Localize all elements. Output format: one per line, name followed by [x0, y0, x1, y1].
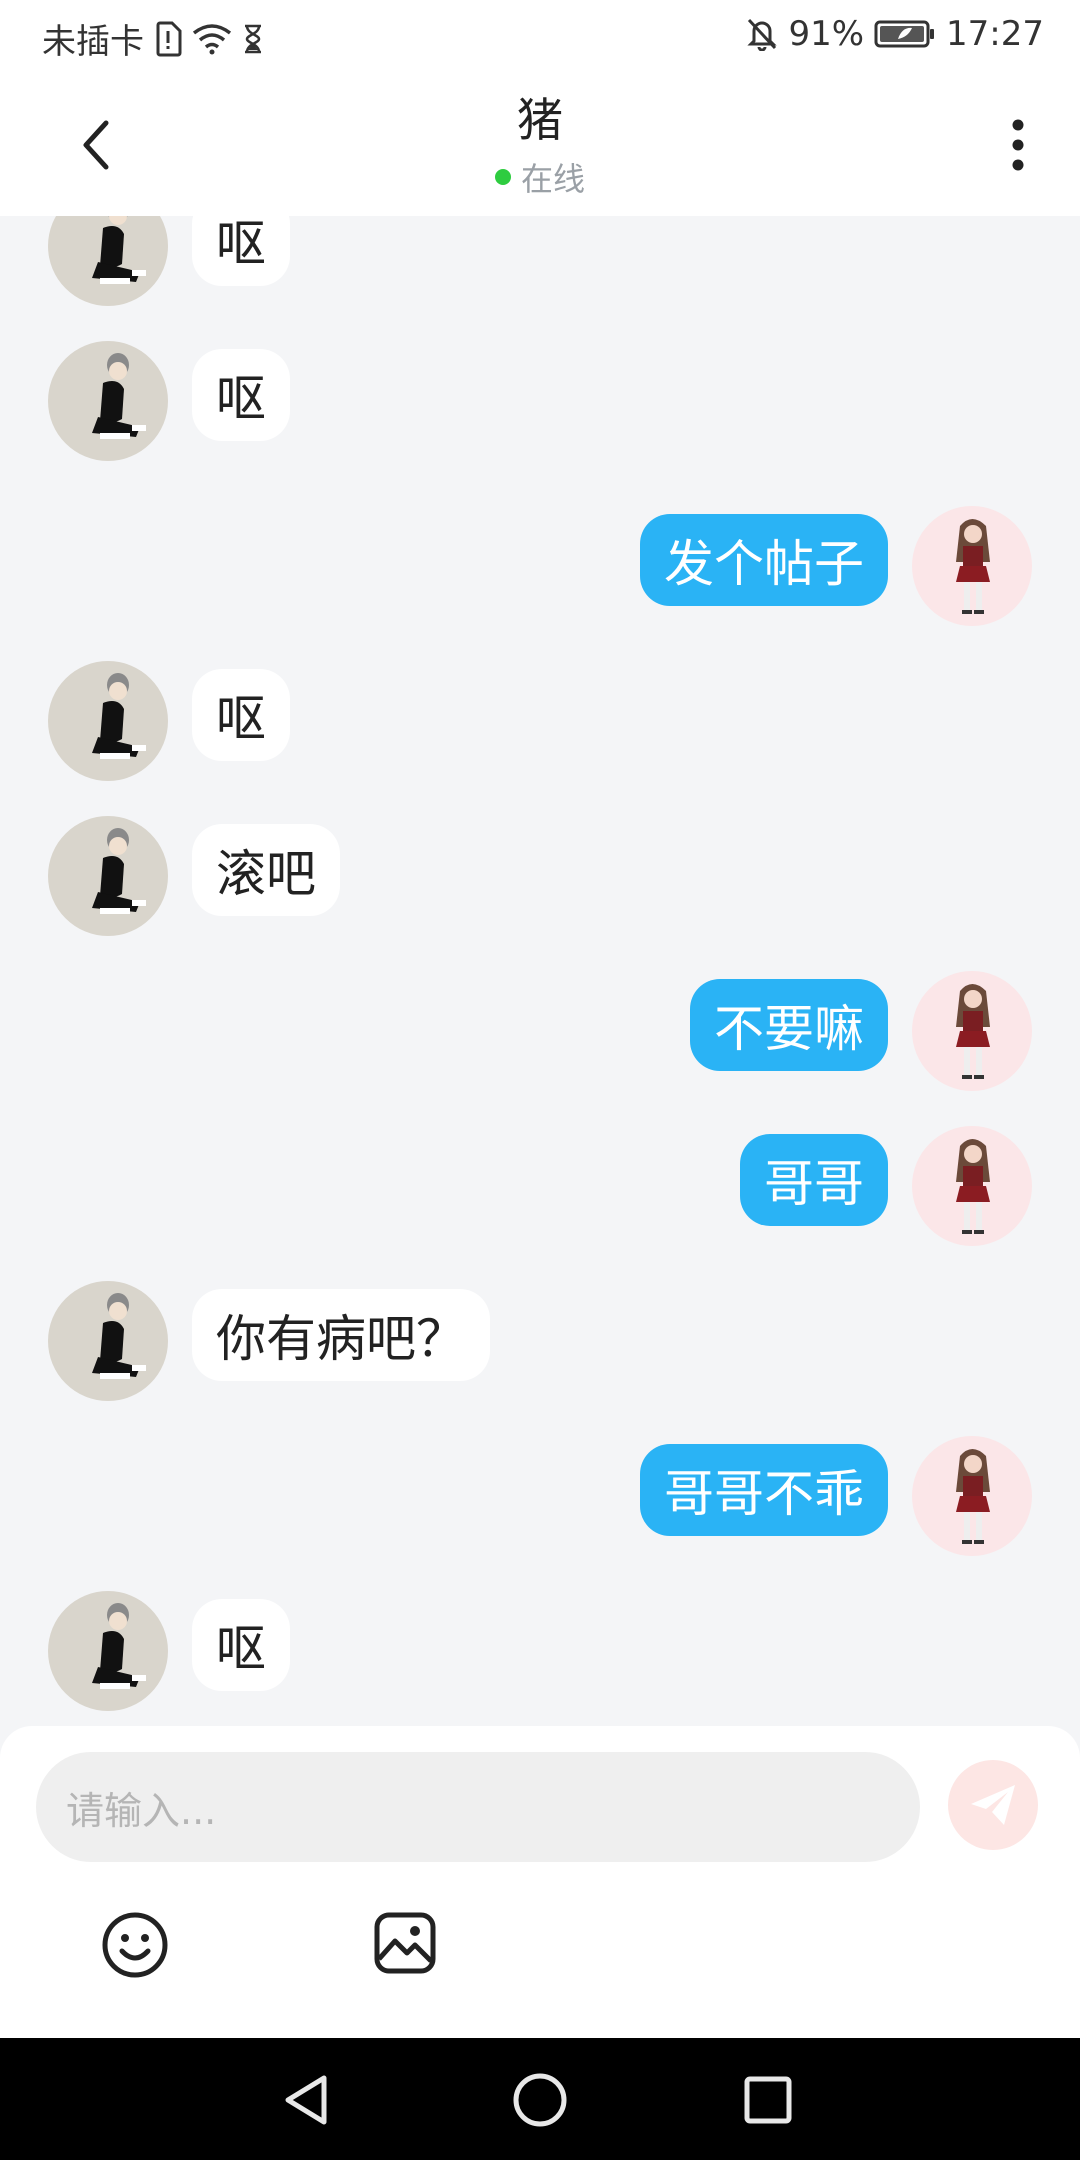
message-row-other: 滚吧 — [0, 816, 1080, 936]
image-icon — [374, 1912, 436, 1974]
paper-plane-icon — [971, 1785, 1015, 1825]
presence-status: 在线 — [0, 154, 1080, 200]
message-row-self: 哥哥不乖 — [0, 1436, 1080, 1556]
my-avatar[interactable] — [912, 1126, 1032, 1246]
image-button[interactable] — [372, 1910, 438, 1976]
emoji-button[interactable] — [100, 1910, 170, 1980]
contact-avatar[interactable] — [48, 661, 168, 781]
nav-home-button[interactable] — [508, 2068, 572, 2132]
contact-avatar[interactable] — [48, 1591, 168, 1711]
battery-icon — [874, 19, 936, 49]
message-bubble[interactable]: 呕 — [192, 349, 290, 441]
clock: 17:27 — [946, 14, 1044, 54]
message-bubble[interactable]: 哥哥 — [740, 1134, 888, 1226]
message-bubble[interactable]: 呕 — [192, 216, 290, 286]
message-row-other: 你有病吧？ — [0, 1281, 1080, 1401]
message-list[interactable]: 呕呕发个帖子呕滚吧 不要嘛 哥哥 你有病吧？ 哥哥不乖呕 — [0, 216, 1080, 1726]
message-row-other: 呕 — [0, 661, 1080, 781]
hourglass-icon — [242, 24, 264, 54]
message-row-other: 呕 — [0, 1591, 1080, 1711]
bell-off-icon — [746, 17, 778, 51]
message-bubble[interactable]: 呕 — [192, 1599, 290, 1691]
message-row-self: 发个帖子 — [0, 506, 1080, 626]
battery-percent: 91% — [788, 14, 865, 54]
smiley-icon — [102, 1912, 168, 1978]
contact-name: 猪 — [517, 93, 563, 147]
message-bubble[interactable]: 发个帖子 — [640, 514, 888, 606]
message-bubble[interactable]: 你有病吧？ — [192, 1289, 490, 1381]
contact-avatar[interactable] — [48, 216, 168, 306]
back-triangle-icon — [285, 2075, 327, 2125]
more-options-button[interactable] — [996, 112, 1040, 178]
carrier-label: 未插卡 — [42, 22, 144, 62]
contact-avatar[interactable] — [48, 341, 168, 461]
composer: 请输入... — [0, 1726, 1080, 2038]
contact-avatar[interactable] — [48, 816, 168, 936]
my-avatar[interactable] — [912, 971, 1032, 1091]
message-row-self: 不要嘛 — [0, 971, 1080, 1091]
recents-square-icon — [744, 2076, 792, 2124]
message-bubble[interactable]: 不要嘛 — [690, 979, 888, 1071]
message-bubble[interactable]: 哥哥不乖 — [640, 1444, 888, 1536]
message-input[interactable]: 请输入... — [36, 1752, 920, 1862]
message-row-self: 哥哥 — [0, 1126, 1080, 1246]
sim-alert-icon — [154, 21, 182, 57]
status-bar: 未插卡 91% 17:27 — [0, 0, 1080, 74]
send-button[interactable] — [948, 1760, 1038, 1850]
nav-recents-button[interactable] — [736, 2068, 800, 2132]
message-row-other: 呕 — [0, 341, 1080, 461]
system-nav-bar — [0, 2038, 1080, 2160]
message-bubble[interactable]: 呕 — [192, 669, 290, 761]
my-avatar[interactable] — [912, 1436, 1032, 1556]
online-dot-icon — [494, 169, 511, 185]
message-bubble[interactable]: 滚吧 — [192, 824, 340, 916]
message-row-other: 呕 — [0, 216, 1080, 306]
home-circle-icon — [513, 2073, 567, 2127]
message-input-placeholder: 请输入... — [66, 1788, 217, 1833]
contact-avatar[interactable] — [48, 1281, 168, 1401]
chat-header: 猪 在线 — [0, 74, 1080, 216]
more-vertical-icon — [1012, 119, 1024, 171]
presence-label: 在线 — [520, 160, 585, 198]
my-avatar[interactable] — [912, 506, 1032, 626]
nav-back-button[interactable] — [274, 2068, 338, 2132]
wifi-icon — [192, 23, 232, 55]
